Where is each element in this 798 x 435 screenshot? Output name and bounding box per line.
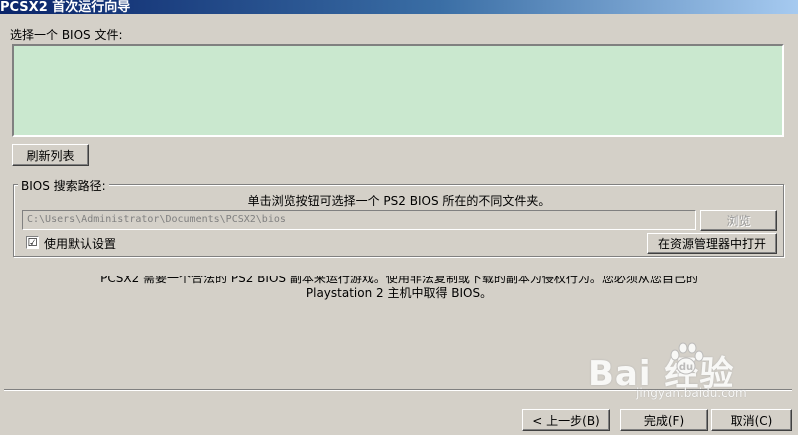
cancel-button[interactable]: 取消(C) [711, 409, 792, 431]
finish-button[interactable]: 完成(F) [620, 409, 708, 431]
wizard-window: PCSX2 首次运行向导 选择一个 BIOS 文件: 刷新列表 BIOS 搜索路… [0, 0, 798, 435]
refresh-list-button[interactable]: 刷新列表 [12, 144, 89, 166]
bios-list[interactable] [12, 44, 784, 137]
open-in-explorer-button[interactable]: 在资源管理器中打开 [647, 233, 777, 254]
title-bar[interactable]: PCSX2 首次运行向导 [0, 0, 798, 14]
bios-description: PCSX2 需要一个合法的 PS2 BIOS 副本来运行游戏。使用非法复制或下载… [0, 276, 798, 302]
checkmark-icon: ☑ [27, 236, 38, 249]
watermark-url: jingyan.baidu.com [636, 386, 747, 400]
use-default-label[interactable]: 使用默认设置 [44, 235, 116, 252]
browse-button[interactable]: 浏览 [700, 210, 777, 231]
paw-icon: du [670, 342, 704, 375]
description-line-2: Playstation 2 主机中取得 BIOS。 [305, 286, 493, 300]
browse-hint-text: 单击浏览按钮可选择一个 PS2 BIOS 所在的不同文件夹。 [247, 194, 551, 208]
bios-select-label: 选择一个 BIOS 文件: [10, 28, 123, 42]
use-default-checkbox[interactable]: ☑ [26, 236, 39, 249]
window-title: PCSX2 首次运行向导 [0, 0, 131, 14]
svg-text:du: du [679, 362, 693, 373]
back-button[interactable]: < 上一步(B) [522, 409, 610, 431]
bios-path-field[interactable]: C:\Users\Administrator\Documents\PCSX2\b… [22, 210, 696, 230]
baidu-watermark: Bai 经验 du jingyan.baidu.com [588, 342, 747, 400]
